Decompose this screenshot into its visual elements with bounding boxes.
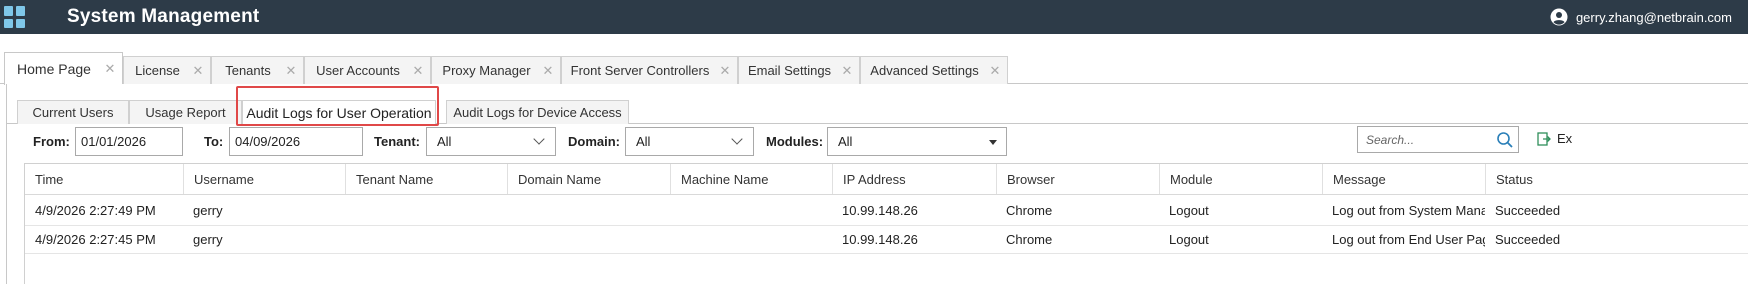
modules-label: Modules: [766, 134, 824, 149]
close-icon[interactable]: ✕ [718, 63, 732, 79]
user-menu[interactable]: gerry.zhang@netbrain.com [1550, 0, 1732, 34]
tab-proxy-manager[interactable]: Proxy Manager ✕ [431, 56, 561, 84]
search-box[interactable]: Search... [1357, 126, 1519, 153]
column-header-ip-address[interactable]: IP Address [832, 164, 996, 194]
cell-tenant-name [345, 226, 507, 253]
cell-module: Logout [1169, 202, 1209, 218]
app-header: System Management gerry.zhang@netbrain.c… [0, 0, 1748, 34]
cell-tenant-name [345, 195, 507, 225]
tenant-select[interactable]: All [426, 127, 556, 156]
column-header-username[interactable]: Username [183, 164, 345, 194]
column-header-time[interactable]: Time [25, 164, 183, 194]
column-header-status[interactable]: Status [1485, 164, 1748, 194]
close-icon[interactable]: ✕ [284, 63, 298, 79]
cell-domain-name [507, 195, 670, 225]
cell-status: Succeeded [1495, 232, 1561, 247]
tab-label: User Accounts [316, 63, 400, 78]
tab-label: Proxy Manager [442, 63, 531, 78]
cell-ip-address: 10.99.148.26 [842, 202, 918, 218]
annotation-highlight-box [236, 86, 439, 126]
tab-label: License [135, 63, 180, 78]
cell-domain-name [507, 226, 670, 253]
cell-machine-name [670, 195, 832, 225]
cell-status: Succeeded [1495, 202, 1561, 218]
cell-ip-address: 10.99.148.26 [842, 232, 918, 247]
tab-license[interactable]: License ✕ [123, 56, 211, 84]
cell-machine-name [670, 226, 832, 253]
column-header-domain-name[interactable]: Domain Name [507, 164, 670, 194]
audit-log-table: Time Username Tenant Name Domain Name Ma… [24, 163, 1748, 284]
table-row[interactable]: 4/9/2026 2:27:49 PM gerry 10.99.148.26 C… [25, 195, 1748, 226]
tab-front-server-controllers[interactable]: Front Server Controllers ✕ [561, 56, 738, 84]
search-icon[interactable] [1496, 131, 1514, 149]
user-avatar-icon [1550, 8, 1568, 26]
close-icon[interactable]: ✕ [411, 63, 425, 79]
close-icon[interactable]: ✕ [191, 63, 205, 79]
column-header-machine-name[interactable]: Machine Name [670, 164, 832, 194]
export-label: Ex [1557, 131, 1573, 146]
table-row[interactable]: 4/9/2026 2:27:45 PM gerry 10.99.148.26 C… [25, 226, 1748, 254]
subtab-label: Usage Report [145, 105, 226, 120]
table-header-row: Time Username Tenant Name Domain Name Ma… [25, 164, 1748, 195]
tab-email-settings[interactable]: Email Settings ✕ [738, 56, 860, 84]
caret-down-icon [989, 140, 997, 145]
column-header-message[interactable]: Message [1322, 164, 1485, 194]
tab-advanced-settings[interactable]: Advanced Settings ✕ [860, 56, 1008, 84]
cell-browser: Chrome [1006, 232, 1053, 247]
chevron-down-icon [731, 133, 743, 145]
close-icon[interactable]: ✕ [103, 61, 117, 77]
modules-select[interactable]: All [827, 127, 1007, 156]
home-page-panel: Current Users Usage Report Audit Logs fo… [6, 84, 1748, 284]
to-date-input[interactable]: 04/09/2026 [229, 127, 363, 156]
close-icon[interactable]: ✕ [988, 63, 1002, 79]
tenant-select-value: All [437, 134, 452, 149]
tab-label: Email Settings [747, 63, 832, 78]
tab-home-page[interactable]: Home Page ✕ [4, 52, 123, 85]
tab-label: Front Server Controllers [570, 63, 710, 78]
cell-message: Log out from System Manag... [1332, 202, 1485, 218]
export-button[interactable]: Ex [1537, 131, 1572, 146]
close-icon[interactable]: ✕ [541, 63, 555, 79]
user-email: gerry.zhang@netbrain.com [1575, 9, 1732, 25]
cell-username: gerry [193, 232, 223, 247]
tab-user-accounts[interactable]: User Accounts ✕ [304, 56, 431, 84]
subtab-label: Current Users [32, 105, 114, 120]
chevron-down-icon [533, 133, 545, 145]
app-grid-icon[interactable] [4, 6, 26, 28]
from-date-input[interactable]: 01/01/2026 [75, 127, 183, 156]
tenant-label: Tenant: [374, 134, 420, 149]
cell-browser: Chrome [1006, 202, 1053, 218]
domain-label: Domain: [568, 134, 620, 149]
tab-tenants[interactable]: Tenants ✕ [211, 56, 304, 84]
subtab-current-users[interactable]: Current Users [17, 100, 129, 124]
close-icon[interactable]: ✕ [840, 63, 854, 79]
from-label: From: [33, 134, 70, 149]
cell-message: Log out from End User Page ... [1332, 232, 1485, 247]
cell-time: 4/9/2026 2:27:49 PM [35, 202, 156, 218]
tab-label: Home Page [17, 61, 91, 77]
export-icon [1537, 131, 1551, 146]
to-label: To: [204, 134, 224, 149]
subtab-audit-logs-device-access[interactable]: Audit Logs for Device Access [446, 100, 629, 124]
domain-select[interactable]: All [625, 127, 754, 156]
search-placeholder: Search... [1366, 133, 1415, 147]
column-header-tenant-name[interactable]: Tenant Name [345, 164, 507, 194]
cell-username: gerry [193, 202, 223, 218]
tab-label: Advanced Settings [870, 63, 979, 78]
subtab-usage-report[interactable]: Usage Report [129, 100, 242, 124]
cell-module: Logout [1169, 232, 1209, 247]
cell-time: 4/9/2026 2:27:45 PM [35, 232, 156, 247]
domain-select-value: All [636, 134, 651, 149]
column-header-module[interactable]: Module [1159, 164, 1322, 194]
top-tab-bar: Home Page ✕ License ✕ Tenants ✕ User Acc… [0, 52, 1748, 85]
modules-select-value: All [838, 134, 853, 149]
app-title: System Management [67, 6, 260, 27]
subtab-label: Audit Logs for Device Access [453, 105, 622, 120]
column-header-browser[interactable]: Browser [996, 164, 1159, 194]
tab-label: Tenants [225, 63, 271, 78]
